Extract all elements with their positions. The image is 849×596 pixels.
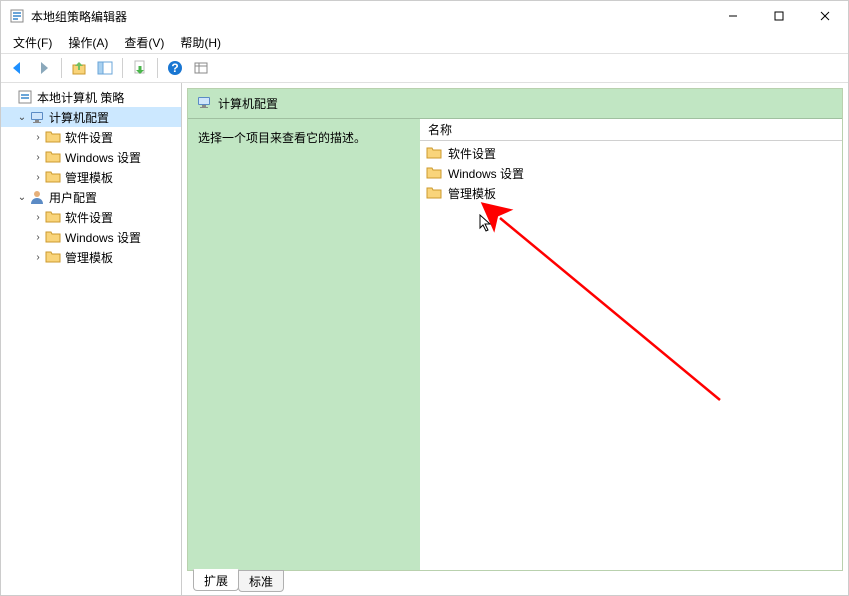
folder-icon (45, 229, 61, 245)
window-title: 本地组策略编辑器 (31, 8, 710, 25)
list-column-name: 名称 (428, 121, 452, 138)
tree-computer-windows[interactable]: › Windows 设置 (1, 147, 181, 167)
list-column: 名称 软件设置 Windows 设置 (420, 119, 842, 570)
tree-user-admin[interactable]: › 管理模板 (1, 247, 181, 267)
folder-icon (426, 145, 442, 161)
expand-icon[interactable]: › (31, 172, 45, 183)
right-pane: 计算机配置 选择一个项目来查看它的描述。 名称 软件设置 (182, 83, 848, 595)
tree-user-config[interactable]: ⌄ 用户配置 (1, 187, 181, 207)
nav-back-button[interactable] (6, 56, 30, 80)
menubar: 文件(F) 操作(A) 查看(V) 帮助(H) (1, 31, 848, 53)
list-item-admin[interactable]: 管理模板 (420, 183, 842, 203)
app-icon (9, 8, 25, 24)
close-button[interactable] (802, 1, 848, 31)
tree-user-software[interactable]: › 软件设置 (1, 207, 181, 227)
toolbar: ? (1, 53, 848, 83)
folder-icon (45, 249, 61, 265)
show-hide-tree-button[interactable] (93, 56, 117, 80)
window-buttons (710, 1, 848, 31)
tree-computer-software[interactable]: › 软件设置 (1, 127, 181, 147)
tree-item-label: Windows 设置 (65, 229, 141, 246)
folder-icon (426, 185, 442, 201)
body: 本地计算机 策略 ⌄ 计算机配置 › 软件设置 › Windows 设置 › 管… (1, 83, 848, 595)
tree-root-label: 本地计算机 策略 (37, 89, 124, 106)
folder-icon (45, 169, 61, 185)
expand-icon[interactable]: › (31, 132, 45, 143)
list-item-label: 管理模板 (448, 185, 496, 202)
toolbar-separator (122, 58, 123, 78)
description-column: 选择一个项目来查看它的描述。 (188, 119, 420, 570)
tree-user-config-label: 用户配置 (49, 189, 97, 206)
tree-user-windows[interactable]: › Windows 设置 (1, 227, 181, 247)
toolbar-separator (157, 58, 158, 78)
svg-text:?: ? (171, 61, 178, 75)
tab-standard[interactable]: 标准 (238, 570, 284, 592)
tree-computer-admin[interactable]: › 管理模板 (1, 167, 181, 187)
content-body: 选择一个项目来查看它的描述。 名称 软件设置 (188, 119, 842, 570)
maximize-button[interactable] (756, 1, 802, 31)
list-item-label: Windows 设置 (448, 165, 524, 182)
help-button[interactable]: ? (163, 56, 187, 80)
folder-icon (45, 149, 61, 165)
folder-icon (45, 209, 61, 225)
expand-icon[interactable]: › (31, 232, 45, 243)
folder-icon (45, 129, 61, 145)
filter-button[interactable] (189, 56, 213, 80)
menu-action[interactable]: 操作(A) (60, 32, 116, 53)
tree-computer-config-label: 计算机配置 (49, 109, 109, 126)
content-header-title: 计算机配置 (218, 95, 278, 112)
list-header[interactable]: 名称 (420, 119, 842, 141)
nav-forward-button[interactable] (32, 56, 56, 80)
collapse-icon[interactable]: ⌄ (15, 192, 29, 203)
expand-icon[interactable]: › (31, 152, 45, 163)
computer-icon (29, 109, 45, 125)
list-item-software[interactable]: 软件设置 (420, 143, 842, 163)
titlebar: 本地组策略编辑器 (1, 1, 848, 31)
up-level-button[interactable] (67, 56, 91, 80)
content-frame: 计算机配置 选择一个项目来查看它的描述。 名称 软件设置 (187, 88, 843, 571)
folder-icon (426, 165, 442, 181)
tree-item-label: 软件设置 (65, 209, 113, 226)
content-header: 计算机配置 (188, 89, 842, 119)
list-rows: 软件设置 Windows 设置 管理模板 (420, 141, 842, 570)
user-icon (29, 189, 45, 205)
tab-extended[interactable]: 扩展 (193, 569, 239, 591)
tree-item-label: Windows 设置 (65, 149, 141, 166)
tree-computer-config[interactable]: ⌄ 计算机配置 (1, 107, 181, 127)
expand-icon[interactable]: › (31, 212, 45, 223)
minimize-button[interactable] (710, 1, 756, 31)
list-item-label: 软件设置 (448, 145, 496, 162)
collapse-icon[interactable]: ⌄ (15, 112, 29, 123)
computer-icon (196, 94, 212, 113)
policy-icon (17, 89, 33, 105)
export-button[interactable] (128, 56, 152, 80)
tree-item-label: 软件设置 (65, 129, 113, 146)
window-root: 本地组策略编辑器 文件(F) 操作(A) 查看(V) 帮助(H) (0, 0, 849, 596)
list-item-windows[interactable]: Windows 设置 (420, 163, 842, 183)
tree-item-label: 管理模板 (65, 249, 113, 266)
menu-file[interactable]: 文件(F) (5, 32, 60, 53)
description-text: 选择一个项目来查看它的描述。 (198, 131, 366, 145)
tree-item-label: 管理模板 (65, 169, 113, 186)
menu-view[interactable]: 查看(V) (116, 32, 172, 53)
tab-strip: 扩展 标准 (187, 571, 843, 593)
tree-pane[interactable]: 本地计算机 策略 ⌄ 计算机配置 › 软件设置 › Windows 设置 › 管… (1, 83, 182, 595)
menu-help[interactable]: 帮助(H) (172, 32, 229, 53)
expand-icon[interactable]: › (31, 252, 45, 263)
tree-root[interactable]: 本地计算机 策略 (1, 87, 181, 107)
toolbar-separator (61, 58, 62, 78)
